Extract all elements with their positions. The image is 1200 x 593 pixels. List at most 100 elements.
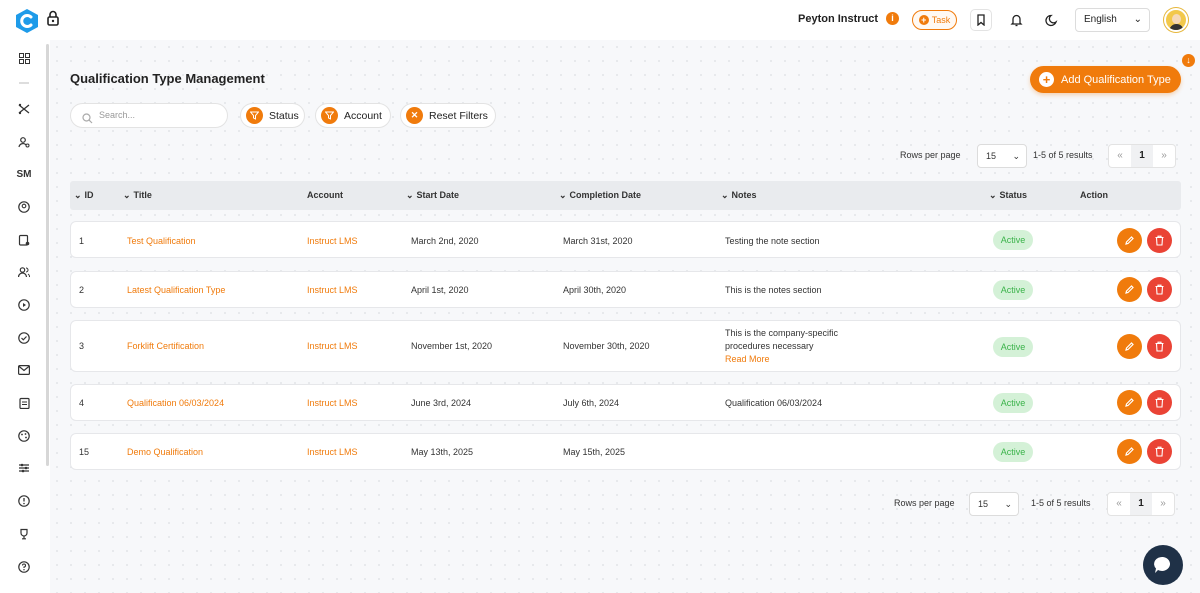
pencil-icon	[1125, 398, 1134, 407]
shuffle-icon[interactable]	[14, 99, 34, 119]
table-row: 3 Forklift Certification Instruct LMS No…	[70, 320, 1181, 372]
arrow-down-icon[interactable]: ↓	[1182, 54, 1195, 67]
row-completion-date: July 6th, 2024	[563, 398, 620, 408]
users-icon[interactable]	[14, 262, 34, 282]
row-start-date: April 1st, 2020	[411, 285, 469, 295]
bookmark-notify-button[interactable]	[970, 9, 992, 31]
status-badge: Active	[993, 280, 1033, 300]
page-title: Qualification Type Management	[70, 71, 265, 86]
status-badge: Active	[993, 442, 1033, 462]
col-status[interactable]: ⌄ Status	[989, 190, 1027, 201]
play-circle-icon[interactable]	[14, 295, 34, 315]
add-qualification-type-button[interactable]: + Add Qualification Type	[1030, 66, 1181, 93]
row-title-link[interactable]: Forklift Certification	[127, 341, 204, 351]
col-start-date[interactable]: ⌄ Start Date	[406, 190, 459, 201]
trophy-icon[interactable]	[14, 524, 34, 544]
delete-button[interactable]	[1147, 277, 1172, 302]
language-select[interactable]: English ⌄	[1075, 8, 1150, 32]
row-title-link[interactable]: Qualification 06/03/2024	[127, 398, 224, 408]
rows-per-page-value: 15	[986, 151, 997, 161]
col-account: Account	[307, 190, 343, 200]
grid-icon[interactable]	[14, 48, 34, 68]
rows-per-page-select[interactable]: 15 ⌄	[977, 144, 1027, 168]
user-circle-icon[interactable]	[14, 197, 34, 217]
edit-button[interactable]	[1117, 277, 1142, 302]
trash-icon	[1155, 446, 1164, 457]
chat-bubble-icon	[1154, 556, 1171, 573]
chevron-down-icon: ⌄	[1133, 14, 1142, 25]
sidebar-scrollbar[interactable]	[46, 44, 49, 466]
table-row: 15 Demo Qualification Instruct LMS May 1…	[70, 433, 1181, 470]
close-icon: ✕	[406, 107, 423, 124]
trash-icon	[1155, 397, 1164, 408]
delete-button[interactable]	[1147, 228, 1172, 253]
col-id[interactable]: ⌄ ID	[74, 190, 94, 201]
app-logo-icon[interactable]	[14, 8, 40, 34]
mail-icon[interactable]	[14, 360, 34, 380]
info-icon[interactable]: i	[886, 12, 899, 25]
next-page-button[interactable]: »	[1152, 493, 1174, 515]
results-range: 1-5 of 5 results	[1031, 498, 1091, 508]
filter-icon	[246, 107, 263, 124]
search-input[interactable]: Search...	[70, 103, 228, 128]
status-badge: Active	[993, 337, 1033, 357]
check-circle-icon[interactable]	[14, 328, 34, 348]
row-account-link[interactable]: Instruct LMS	[307, 285, 358, 295]
col-title[interactable]: ⌄ Title	[123, 190, 152, 201]
clipboard-icon[interactable]	[14, 393, 34, 413]
delete-button[interactable]	[1147, 390, 1172, 415]
row-title-link[interactable]: Test Qualification	[127, 236, 196, 246]
pagination-bottom: Rows per page 15 ⌄ 1-5 of 5 results « 1 …	[894, 492, 1184, 516]
row-title-link[interactable]: Demo Qualification	[127, 447, 203, 457]
users-cog-icon[interactable]	[14, 132, 34, 152]
row-id: 15	[79, 447, 90, 457]
palette-icon[interactable]	[14, 426, 34, 446]
row-account-link[interactable]: Instruct LMS	[307, 341, 358, 351]
page-1-button[interactable]: 1	[1130, 493, 1152, 515]
next-page-button[interactable]: »	[1153, 145, 1175, 167]
sidebar-item-sm[interactable]: SM	[14, 164, 34, 184]
clipboard-gear-icon[interactable]	[14, 230, 34, 250]
read-more-link[interactable]: Read More	[725, 353, 865, 366]
alert-circle-icon[interactable]	[14, 491, 34, 511]
rows-per-page-select[interactable]: 15 ⌄	[969, 492, 1019, 516]
row-account-link[interactable]: Instruct LMS	[307, 447, 358, 457]
delete-button[interactable]	[1147, 439, 1172, 464]
search-icon	[82, 110, 93, 133]
edit-button[interactable]	[1117, 390, 1142, 415]
edit-button[interactable]	[1117, 228, 1142, 253]
edit-button[interactable]	[1117, 334, 1142, 359]
reset-filters-button[interactable]: ✕ Reset Filters	[400, 103, 496, 128]
moon-icon[interactable]	[1041, 10, 1061, 30]
row-completion-date: April 30th, 2020	[563, 285, 627, 295]
row-title-link[interactable]: Latest Qualification Type	[127, 285, 225, 295]
page-1-button[interactable]: 1	[1131, 145, 1153, 167]
sidebar: SM	[0, 40, 50, 593]
lock-icon[interactable]	[46, 10, 60, 31]
plus-icon: +	[1039, 72, 1054, 87]
prev-page-button[interactable]: «	[1109, 145, 1131, 167]
avatar[interactable]	[1164, 8, 1188, 32]
row-account-link[interactable]: Instruct LMS	[307, 398, 358, 408]
edit-button[interactable]	[1117, 439, 1142, 464]
chat-button[interactable]	[1143, 545, 1183, 585]
delete-button[interactable]	[1147, 334, 1172, 359]
row-start-date: June 3rd, 2024	[411, 398, 472, 408]
chevron-down-icon: ⌄	[1012, 151, 1020, 161]
account-filter-button[interactable]: Account	[315, 103, 391, 128]
row-id: 4	[79, 398, 85, 408]
prev-page-button[interactable]: «	[1108, 493, 1130, 515]
settings-sliders-icon[interactable]	[14, 458, 34, 478]
rows-per-page-label: Rows per page	[900, 150, 961, 160]
row-account-link[interactable]: Instruct LMS	[307, 236, 358, 246]
bell-icon[interactable]	[1006, 10, 1026, 30]
trash-icon	[1155, 235, 1164, 246]
col-notes[interactable]: ⌄ Notes	[721, 190, 757, 201]
col-completion-date[interactable]: ⌄ Completion Date	[559, 190, 641, 201]
status-badge: Active	[993, 230, 1033, 250]
help-circle-icon[interactable]	[14, 557, 34, 577]
row-notes: This is the notes section	[725, 285, 822, 295]
status-filter-button[interactable]: Status	[240, 103, 305, 128]
row-completion-date: November 30th, 2020	[563, 341, 650, 351]
task-button[interactable]: + Task	[912, 10, 957, 30]
